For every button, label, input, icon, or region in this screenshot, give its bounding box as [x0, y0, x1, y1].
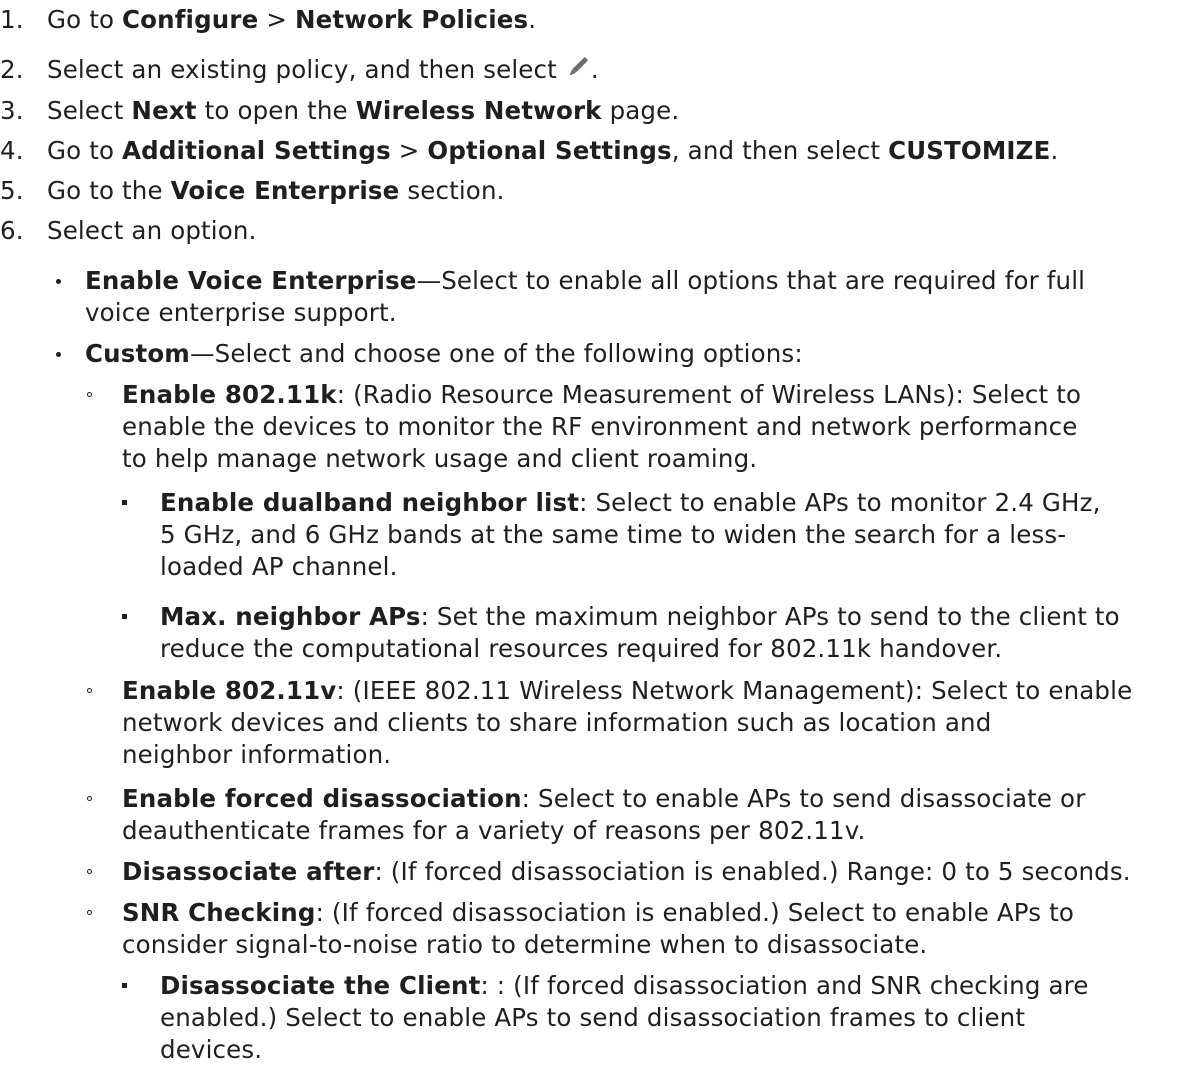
ring-bullet-icon [87, 796, 92, 801]
step-text: Go to Additional Settings > Optional Set… [47, 136, 1059, 165]
square-bullet-icon [122, 983, 127, 988]
procedure-document: 1. Go to Configure > Network Policies. 2… [0, 0, 1179, 1070]
step-number: 5. [0, 176, 24, 205]
ring-bullet-icon [87, 869, 92, 874]
step-text: Select Next to open the Wireless Network… [47, 96, 680, 125]
step-number: 6. [0, 216, 24, 245]
square-bullet-icon [122, 500, 127, 505]
option-disassociate-after: Disassociate after: (If forced disassoci… [122, 857, 1131, 886]
option-enable-802-11v: Enable 802.11v: (IEEE 802.11 Wireless Ne… [122, 676, 1133, 769]
bullet-icon [56, 279, 61, 284]
step-text: Select an option. [47, 216, 257, 245]
option-dualband-neighbor-list: Enable dualband neighbor list: Select to… [160, 488, 1101, 581]
step-number: 3. [0, 96, 24, 125]
step-number: 1. [0, 5, 24, 34]
step-text: Select an existing policy, and then sele… [47, 55, 599, 84]
option-custom: Custom—Select and choose one of the foll… [85, 339, 803, 368]
bullet-icon [56, 352, 61, 357]
step-number: 4. [0, 136, 24, 165]
option-snr-checking: SNR Checking: (If forced disassociation … [122, 898, 1075, 959]
ring-bullet-icon [87, 910, 92, 915]
option-max-neighbor-aps: Max. neighbor APs: Set the maximum neigh… [160, 602, 1120, 663]
option-disassociate-the-client: Disassociate the Client: : (If forced di… [160, 971, 1089, 1064]
option-enable-802-11k: Enable 802.11k: (Radio Resource Measurem… [122, 380, 1082, 473]
ring-bullet-icon [87, 392, 92, 397]
option-enable-voice-enterprise: Enable Voice Enterprise—Select to enable… [85, 266, 1086, 327]
step-text: Go to the Voice Enterprise section. [47, 176, 505, 205]
step-text: Go to Configure > Network Policies. [47, 5, 537, 34]
ring-bullet-icon [87, 688, 92, 693]
step-number: 2. [0, 55, 24, 84]
square-bullet-icon [122, 614, 127, 619]
pencil-icon [569, 57, 588, 76]
option-forced-disassociation: Enable forced disassociation: Select to … [122, 784, 1086, 845]
